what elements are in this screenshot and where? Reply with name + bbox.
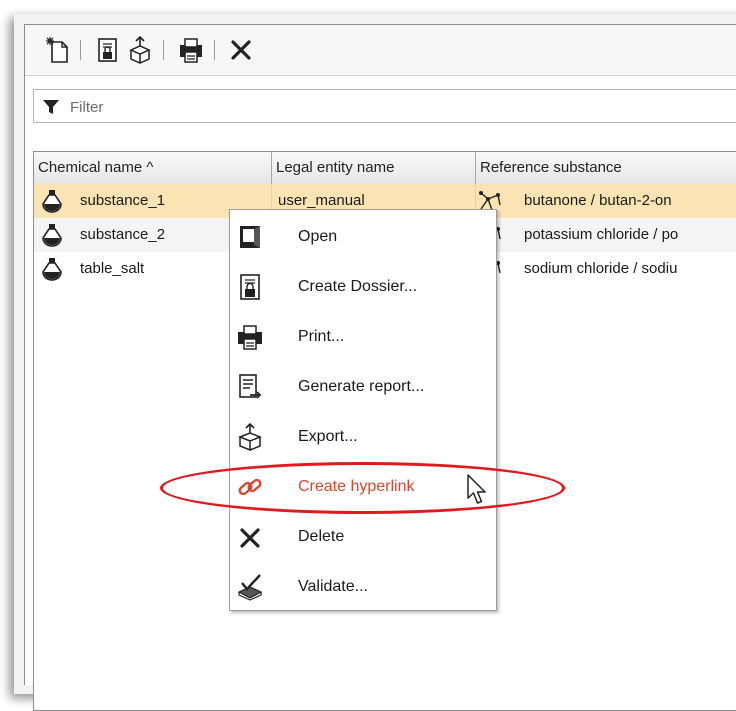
column-header-chemical-name[interactable]: Chemical name ^: [34, 152, 272, 184]
filter-box[interactable]: [33, 89, 736, 123]
toolbar-separator: [214, 40, 215, 60]
menu-item-generate-report[interactable]: Generate report...: [230, 362, 496, 412]
toolbar-separator: [80, 40, 81, 60]
reference-substance-cell: butanone / butan-2-on: [476, 184, 736, 218]
highlight-callout: [160, 462, 565, 514]
print-icon: [180, 38, 202, 63]
print-icon: [238, 325, 262, 350]
menu-item-print[interactable]: Print...: [230, 312, 496, 362]
export-icon: [129, 35, 151, 65]
open-icon: [240, 226, 260, 248]
column-header-reference-substance[interactable]: Reference substance: [476, 152, 736, 184]
new-icon: [46, 37, 68, 63]
context-menu: Open Create Dossier... Print... Generate…: [229, 209, 497, 611]
substance-flask-icon: [42, 258, 62, 281]
substance-flask-icon: [42, 224, 62, 247]
menu-item-open[interactable]: Open: [230, 212, 496, 262]
report-icon: [239, 374, 262, 399]
reference-substance-cell: sodium chloride / sodiu: [476, 252, 736, 286]
create-dossier-icon: [98, 38, 117, 62]
menu-item-export[interactable]: Export...: [230, 412, 496, 462]
export-icon: [237, 423, 263, 451]
mouse-cursor-icon: [467, 474, 486, 504]
filter-icon: [43, 100, 59, 114]
table-header: Chemical name ^ Legal entity name Refere…: [34, 152, 736, 185]
substance-flask-icon: [42, 190, 62, 213]
filter-input[interactable]: [68, 93, 712, 121]
reference-substance-cell: potassium chloride / po: [476, 218, 736, 252]
delete-button[interactable]: [228, 36, 254, 64]
toolbar: [25, 25, 736, 76]
create-dossier-button[interactable]: [95, 36, 121, 64]
new-button[interactable]: [45, 36, 71, 64]
create-dossier-icon: [240, 274, 260, 300]
column-header-legal-entity-name[interactable]: Legal entity name: [272, 152, 476, 184]
export-button[interactable]: [127, 35, 153, 65]
menu-item-create-dossier[interactable]: Create Dossier...: [230, 262, 496, 312]
toolbar-separator: [163, 40, 164, 60]
validate-icon: [237, 574, 263, 601]
menu-item-delete[interactable]: Delete: [230, 512, 496, 562]
print-button[interactable]: [178, 36, 204, 64]
delete-icon: [231, 40, 251, 60]
delete-icon: [240, 528, 260, 548]
menu-item-validate[interactable]: Validate...: [230, 562, 496, 612]
